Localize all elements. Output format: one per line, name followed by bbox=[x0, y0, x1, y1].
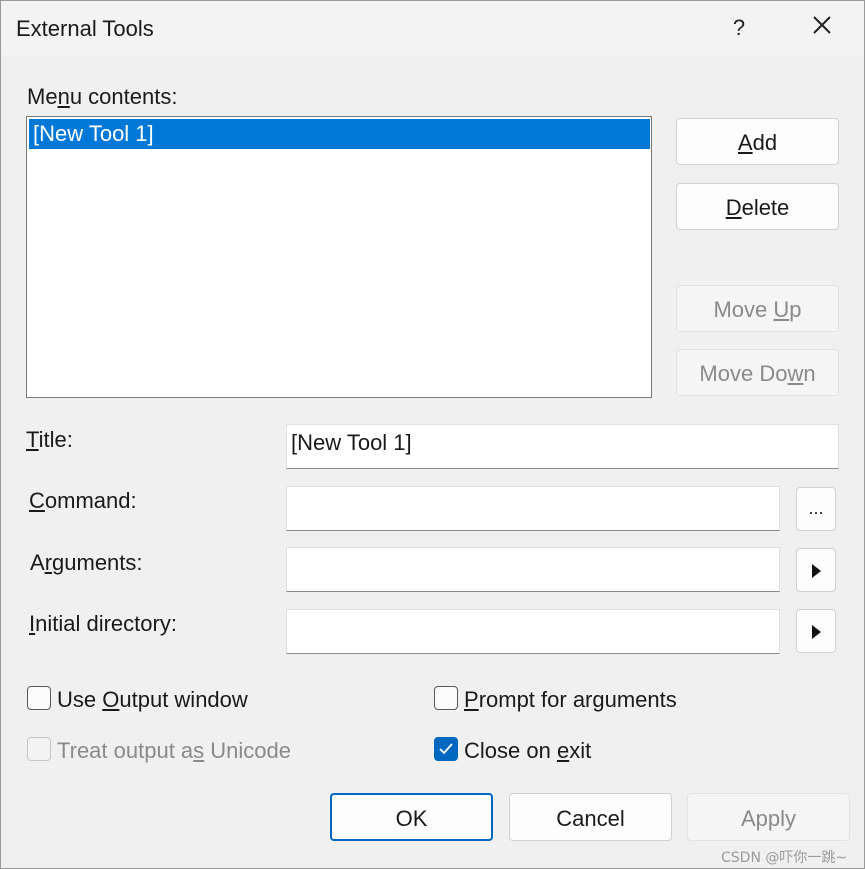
window-title: External Tools bbox=[16, 16, 154, 41]
initial-directory-input[interactable] bbox=[286, 609, 780, 654]
use-output-window-checkbox[interactable] bbox=[27, 686, 51, 710]
move-up-button[interactable]: Move Up bbox=[676, 285, 839, 332]
move-down-button[interactable]: Move Down bbox=[676, 349, 839, 396]
command-input[interactable] bbox=[286, 486, 780, 531]
apply-button[interactable]: Apply bbox=[687, 793, 850, 841]
list-item[interactable]: [New Tool 1] bbox=[29, 119, 650, 149]
close-on-exit-checkbox[interactable] bbox=[434, 737, 458, 761]
command-label: Command: bbox=[29, 488, 137, 513]
close-button[interactable] bbox=[807, 9, 837, 45]
ok-button[interactable]: OK bbox=[330, 793, 493, 841]
close-icon bbox=[813, 16, 831, 34]
prompt-for-arguments-checkbox[interactable] bbox=[434, 686, 458, 710]
title-bar: External Tools ? bbox=[1, 1, 864, 55]
checkmark-icon bbox=[439, 743, 453, 755]
arguments-input[interactable] bbox=[286, 547, 780, 592]
treat-output-unicode-label: Treat output as Unicode bbox=[57, 738, 292, 763]
external-tools-dialog: External Tools ? Menu contents: [New Too… bbox=[0, 0, 865, 869]
browse-button[interactable]: ... bbox=[796, 487, 836, 531]
triangle-right-icon bbox=[812, 564, 821, 578]
use-output-window-label: Use Output window bbox=[57, 687, 248, 712]
arguments-menu-button[interactable] bbox=[796, 548, 836, 592]
title-input[interactable]: [New Tool 1] bbox=[286, 424, 839, 469]
initial-directory-label: Initial directory: bbox=[29, 611, 177, 636]
treat-output-unicode-checkbox[interactable] bbox=[27, 737, 51, 761]
title-label: Title: bbox=[26, 427, 73, 452]
watermark: CSDN @吓你一跳~ bbox=[721, 850, 848, 866]
add-button[interactable]: Add bbox=[676, 118, 839, 165]
close-on-exit-label: Close on exit bbox=[464, 738, 592, 763]
prompt-for-arguments-label: Prompt for arguments bbox=[464, 687, 677, 712]
cancel-button[interactable]: Cancel bbox=[509, 793, 672, 841]
triangle-right-icon bbox=[812, 625, 821, 639]
arguments-label: Arguments: bbox=[30, 550, 143, 575]
menu-contents-label: Menu contents: bbox=[27, 84, 178, 109]
help-button[interactable]: ? bbox=[727, 15, 751, 41]
menu-contents-list[interactable]: [New Tool 1] bbox=[26, 116, 652, 398]
initial-directory-menu-button[interactable] bbox=[796, 609, 836, 653]
delete-button[interactable]: Delete bbox=[676, 183, 839, 230]
